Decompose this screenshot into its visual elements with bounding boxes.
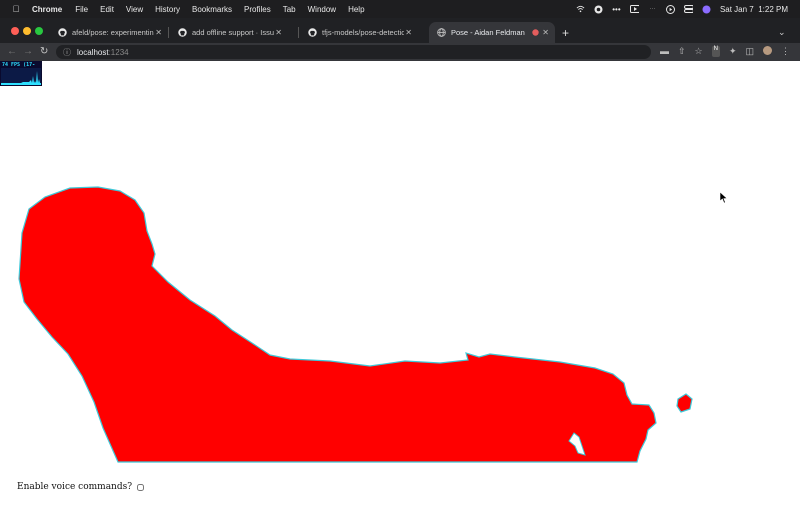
back-arrow-icon[interactable]: ←	[7, 46, 17, 57]
github-icon	[308, 28, 317, 37]
menu-file[interactable]: File	[75, 5, 88, 14]
share-icon[interactable]: ⇧	[678, 46, 686, 57]
voice-commands-checkbox[interactable]	[137, 483, 145, 491]
siri-icon[interactable]	[702, 5, 711, 14]
close-tab-icon[interactable]: ✕	[155, 28, 162, 37]
segmentation-mask	[18, 186, 693, 463]
control-center-icon[interactable]	[683, 5, 693, 14]
more-icon[interactable]: •••	[612, 5, 621, 14]
browser-toolbar: ← → ↻ ⓘ localhost :1234 ▬ ⇧ ☆ N ✦ ◫ ⋮	[0, 43, 800, 61]
page-viewport: 74 FPS (17-96) Enable voice commands?	[0, 61, 800, 520]
voice-commands-control[interactable]: Enable voice commands?	[17, 482, 145, 492]
camera-icon[interactable]: ▬	[660, 46, 669, 57]
play-icon[interactable]	[665, 4, 675, 14]
toolbar-icons: ▬ ⇧ ☆ N ✦ ◫ ⋮	[660, 46, 790, 57]
tab-offline-issue[interactable]: add offline support · Issue #16 ✕	[170, 22, 288, 43]
status-icons: ••• ··· Sat Jan 7 1:22 PM	[576, 4, 800, 14]
tab-divider	[298, 27, 299, 38]
site-info-icon[interactable]: ⓘ	[63, 47, 71, 58]
minimize-window-button[interactable]	[23, 27, 31, 35]
menubar-clock[interactable]: Sat Jan 7 1:22 PM	[720, 5, 788, 14]
side-panel-icon[interactable]: ◫	[746, 46, 755, 57]
github-icon	[178, 28, 187, 37]
menu-edit[interactable]: Edit	[100, 5, 114, 14]
person-segmentation-shape	[18, 186, 657, 463]
new-tab-button[interactable]: +	[562, 26, 569, 40]
hand-segmentation-shape	[676, 393, 693, 413]
menu-help[interactable]: Help	[348, 5, 364, 14]
dots-icon[interactable]: ···	[648, 5, 657, 14]
menu-profiles[interactable]: Profiles	[244, 5, 271, 14]
tab-afeld-pose[interactable]: afeld/pose: experimenting wit ✕	[50, 22, 168, 43]
tab-label: tfjs-models/pose-detection at	[322, 28, 404, 37]
close-tab-icon[interactable]: ✕	[542, 28, 549, 37]
menu-view[interactable]: View	[126, 5, 143, 14]
close-window-button[interactable]	[11, 27, 19, 35]
tab-pose-active[interactable]: Pose - Aidan Feldman ✕	[429, 22, 555, 43]
tab-strip: afeld/pose: experimenting wit ✕ add offl…	[0, 18, 800, 43]
extensions-puzzle-icon[interactable]: ✦	[729, 46, 737, 57]
close-tab-icon[interactable]: ✕	[405, 28, 412, 37]
extension-badge-icon[interactable]: N	[711, 46, 720, 57]
github-icon	[58, 28, 67, 37]
reload-icon[interactable]: ↻	[40, 46, 48, 57]
forward-arrow-icon[interactable]: →	[23, 46, 33, 57]
record-icon[interactable]	[594, 5, 603, 14]
bookmark-star-icon[interactable]: ☆	[695, 46, 703, 57]
tab-tfjs-models[interactable]: tfjs-models/pose-detection at ✕	[300, 22, 418, 43]
voice-commands-label: Enable voice commands?	[17, 482, 133, 492]
tab-label: afeld/pose: experimenting wit	[72, 28, 154, 37]
url-port: :1234	[108, 47, 129, 57]
tab-label: Pose - Aidan Feldman	[451, 28, 525, 37]
address-bar[interactable]: ⓘ localhost :1234	[56, 45, 651, 59]
menu-history[interactable]: History	[155, 5, 180, 14]
macos-menubar:  Chrome File Edit View History Bookmark…	[0, 0, 800, 18]
url-host: localhost	[77, 47, 109, 57]
screen-record-icon[interactable]	[629, 5, 639, 14]
globe-icon	[437, 28, 446, 37]
mouse-pointer-icon	[720, 192, 728, 204]
apple-icon[interactable]: 	[10, 4, 22, 14]
tab-divider	[168, 27, 169, 38]
avatar[interactable]	[763, 46, 773, 55]
tab-label: add offline support · Issue #16	[192, 28, 274, 37]
recording-indicator-icon	[532, 29, 539, 36]
tab-search-chevron-icon[interactable]: ⌄	[778, 27, 786, 38]
menu-window[interactable]: Window	[308, 5, 336, 14]
zoom-window-button[interactable]	[35, 27, 43, 35]
menu-kebab-icon[interactable]: ⋮	[781, 46, 790, 57]
menu-tab[interactable]: Tab	[283, 5, 296, 14]
menu-app-name[interactable]: Chrome	[32, 5, 62, 14]
menu-bookmarks[interactable]: Bookmarks	[192, 5, 232, 14]
wifi-icon[interactable]	[576, 5, 585, 14]
close-tab-icon[interactable]: ✕	[275, 28, 282, 37]
